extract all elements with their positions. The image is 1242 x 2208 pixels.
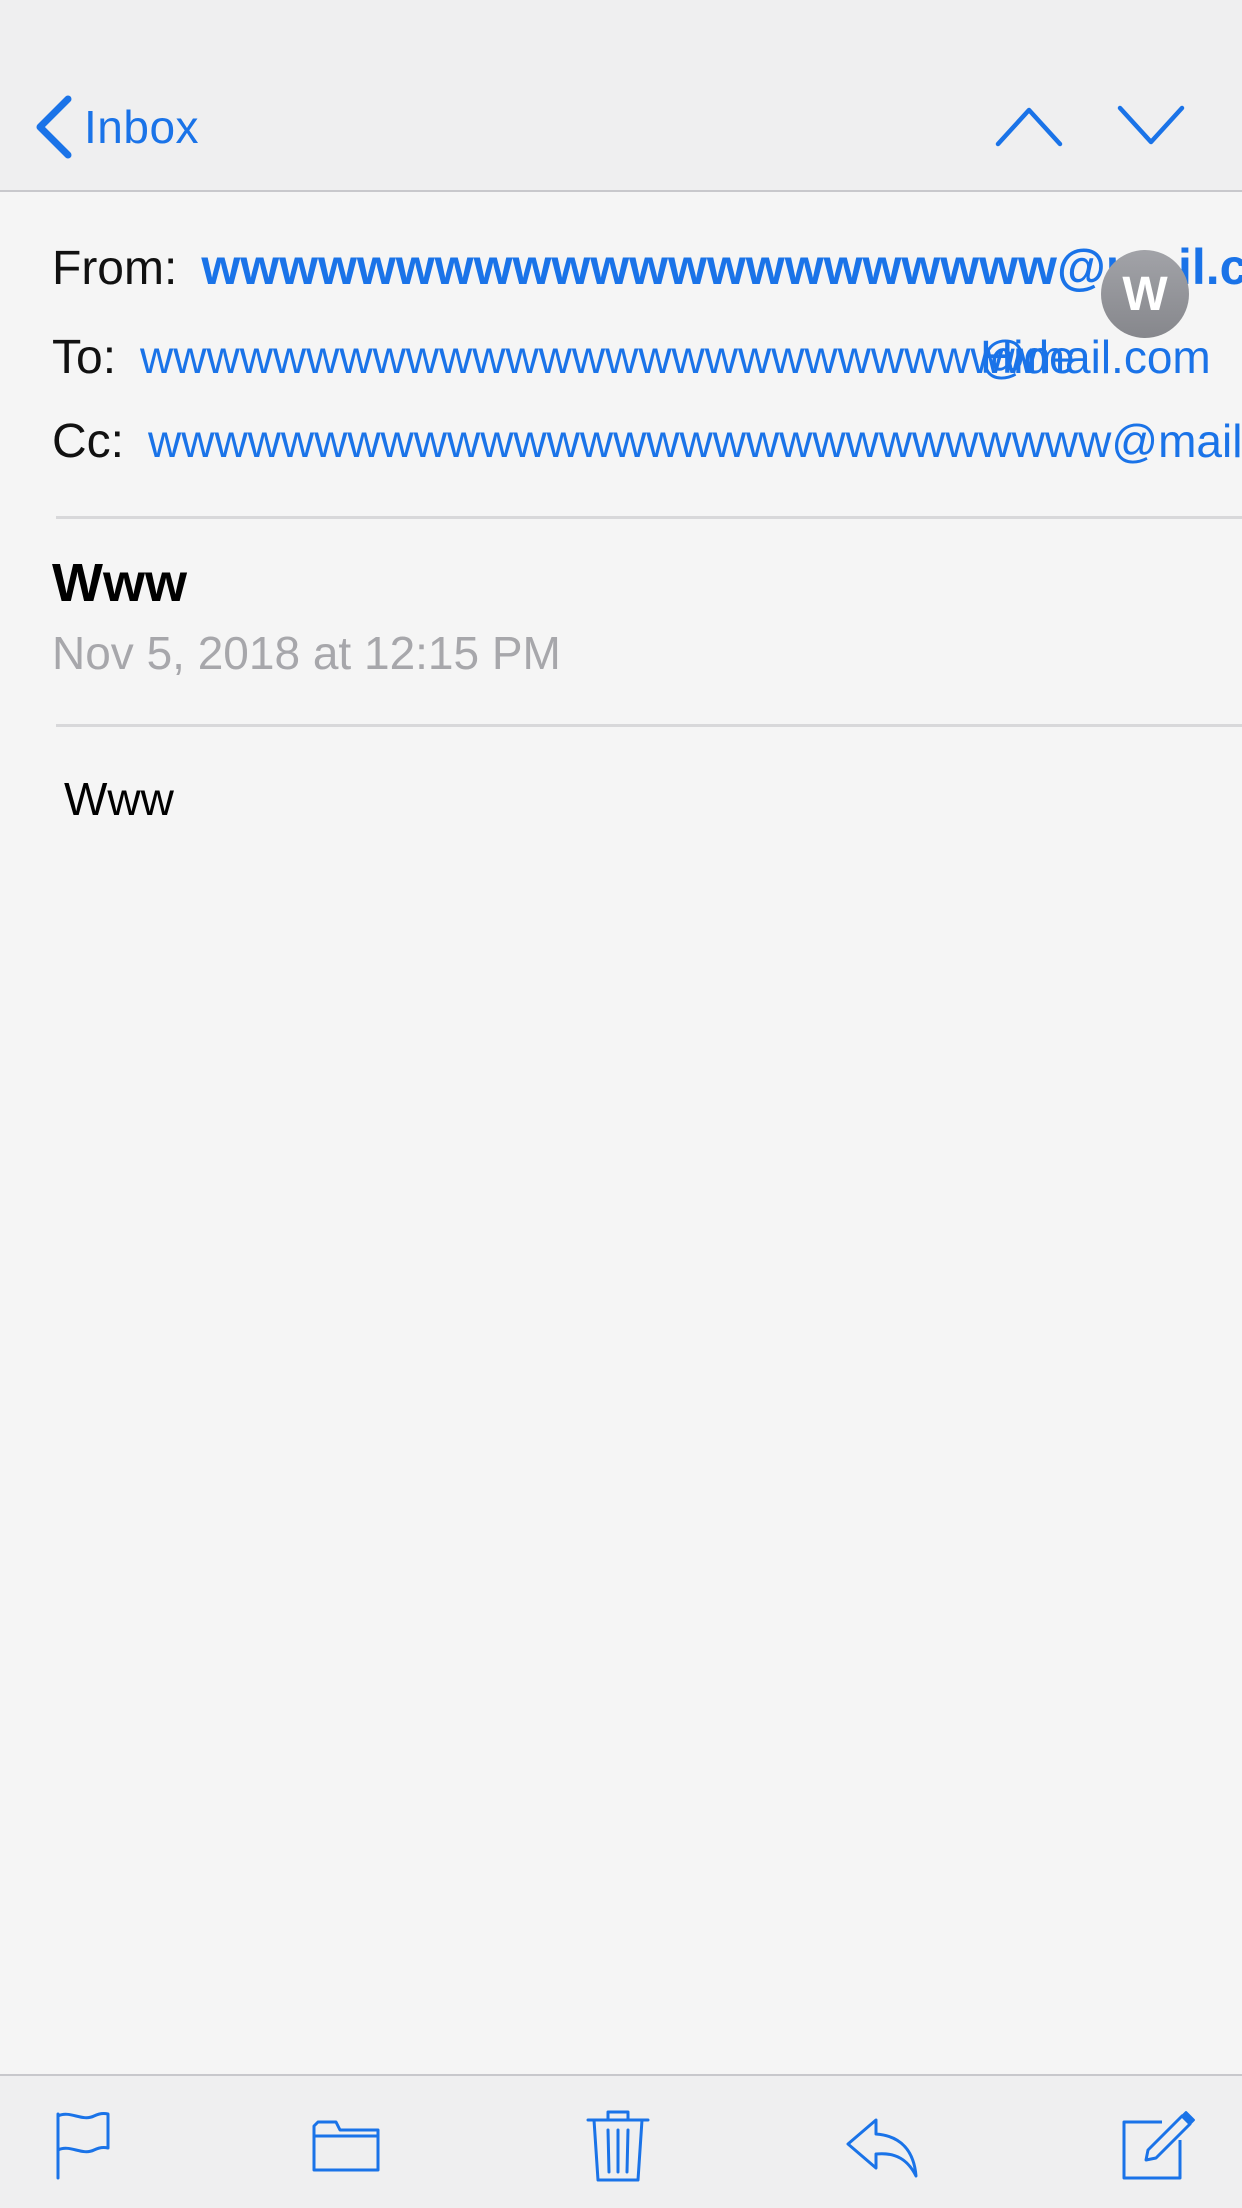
to-address[interactable]: wwwwwwwwwwwwwwwwwwwwwwwwwww (140, 330, 1037, 384)
reply-button[interactable] (842, 2106, 922, 2186)
folder-icon (306, 2106, 386, 2186)
message-header: From: wwwwwwwwwwwwwwwwwwwwww@mail.c To: … (0, 192, 1242, 518)
back-to-inbox-button[interactable]: Inbox (34, 92, 199, 162)
move-to-folder-button[interactable] (306, 2106, 386, 2186)
flag-icon (44, 2106, 124, 2186)
header-divider (56, 516, 1242, 519)
next-message-button[interactable] (1116, 100, 1186, 152)
hide-details-link[interactable]: Hide (980, 330, 1075, 384)
message-body: Www (64, 773, 174, 825)
from-address[interactable]: wwwwwwwwwwwwwwwwwwwwww@mail.c (201, 238, 1242, 296)
sender-avatar[interactable]: W (1101, 250, 1189, 338)
cc-row: Cc: wwwwwwwwwwwwwwwwwwwwwwwwwwwww@mail.c (52, 414, 1242, 469)
compose-button[interactable] (1116, 2106, 1196, 2186)
cc-label: Cc: (52, 415, 124, 468)
reply-icon (842, 2106, 922, 2186)
email-detail-screen: Inbox From: wwwwwwwwwwwwwwwwwwwwww@mail.… (0, 0, 1242, 2208)
bottom-toolbar (0, 2074, 1242, 2208)
back-button-label: Inbox (84, 101, 200, 153)
message-date: Nov 5, 2018 at 12:15 PM (52, 627, 561, 679)
chevron-up-icon (994, 100, 1064, 152)
to-row: To: wwwwwwwwwwwwwwwwwwwwwwwwwww (52, 330, 1037, 385)
chevron-down-icon (1116, 100, 1186, 152)
flag-button[interactable] (44, 2106, 124, 2186)
trash-icon (578, 2106, 658, 2186)
to-label: To: (52, 331, 117, 384)
cc-address[interactable]: wwwwwwwwwwwwwwwwwwwwwwwwwwwww@mail.c (148, 414, 1242, 468)
navigation-bar: Inbox (0, 0, 1242, 192)
delete-button[interactable] (578, 2106, 658, 2186)
previous-message-button[interactable] (994, 100, 1064, 152)
message-subject: Www (52, 553, 187, 613)
chevron-left-icon (34, 95, 74, 159)
compose-icon (1116, 2106, 1196, 2186)
subject-divider (56, 724, 1242, 727)
from-row: From: wwwwwwwwwwwwwwwwwwwwww@mail.c (52, 238, 1242, 296)
from-label: From: (52, 242, 178, 295)
